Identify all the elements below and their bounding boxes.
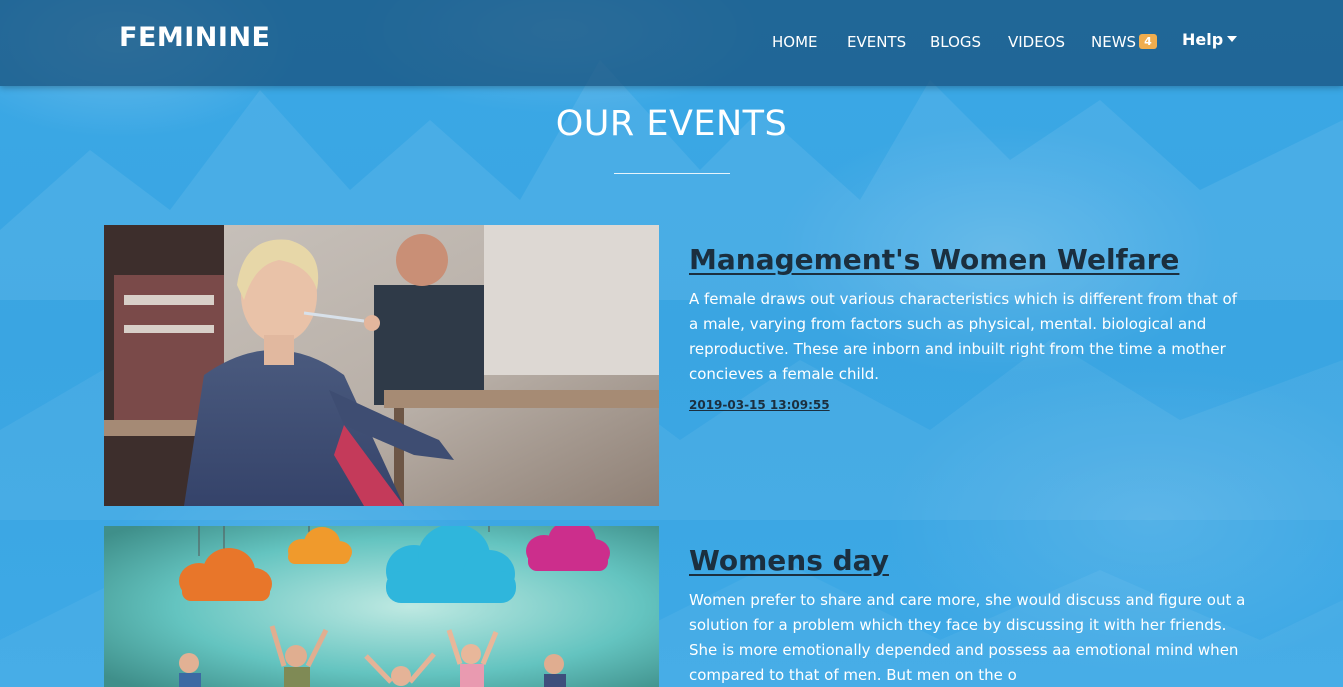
help-label: Help xyxy=(1182,30,1224,49)
kids-clouds-photo xyxy=(104,526,659,687)
event-image-classroom[interactable] xyxy=(104,225,659,506)
nav-blogs[interactable]: BLOGS xyxy=(930,33,981,51)
section-title: OUR EVENTS xyxy=(555,104,788,144)
event-image-kids[interactable] xyxy=(104,526,659,687)
nav-videos[interactable]: VIDEOS xyxy=(1008,33,1065,51)
help-dropdown[interactable]: Help xyxy=(1182,30,1238,49)
event-description: A female draws out various characteristi… xyxy=(689,290,1237,383)
brand-logo[interactable]: FEMININE xyxy=(119,22,271,53)
nav-news-label: NEWS xyxy=(1091,33,1137,51)
event-title-link[interactable]: Management's Women Welfare xyxy=(689,243,1179,276)
event-date[interactable]: 2019-03-15 13:09:55 xyxy=(689,398,830,412)
title-divider xyxy=(614,173,730,174)
nav-news[interactable]: NEWS 4 xyxy=(1091,33,1157,51)
news-count-badge: 4 xyxy=(1139,34,1157,49)
nav-home[interactable]: HOME xyxy=(772,33,818,51)
nav-events[interactable]: EVENTS xyxy=(847,33,906,51)
caret-down-icon xyxy=(1227,36,1238,42)
classroom-photo xyxy=(104,225,659,506)
event-title-link[interactable]: Womens day xyxy=(689,544,889,577)
top-navbar: FEMININE HOME EVENTS BLOGS VIDEOS NEWS 4 … xyxy=(0,0,1343,86)
event-description: Women prefer to share and care more, she… xyxy=(689,591,1246,684)
